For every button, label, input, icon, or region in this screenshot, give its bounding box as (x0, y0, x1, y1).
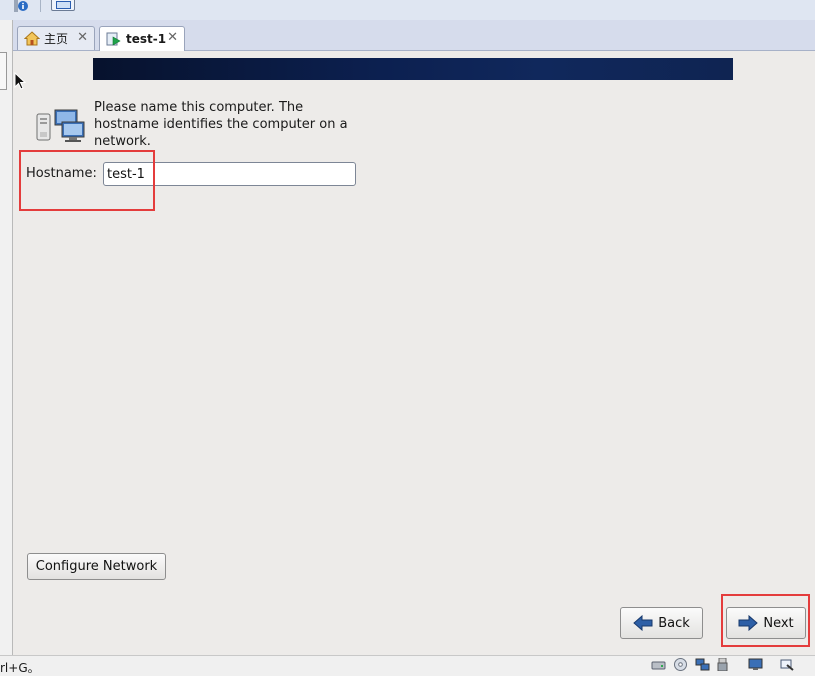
tab-home[interactable]: 主页 ✕ (17, 26, 95, 50)
status-bar (0, 655, 815, 676)
back-label: Back (658, 615, 690, 631)
close-icon[interactable]: ✕ (77, 30, 88, 45)
arrow-left-icon (633, 615, 653, 631)
configure-network-label: Configure Network (35, 559, 158, 574)
vm-toolbar (0, 0, 815, 21)
tab-test-1-label: test-1 (126, 32, 167, 46)
home-icon (24, 31, 40, 46)
tab-bar: 主页 ✕ test-1 ✕ (13, 20, 815, 51)
network-computers-icon (36, 109, 85, 142)
hostname-highlight-box (19, 150, 155, 211)
mouse-pointer-icon (14, 72, 26, 90)
tab-home-label: 主页 (44, 32, 69, 46)
fullscreen-icon[interactable] (51, 0, 75, 11)
hostname-description: Please name this computer. The hostname … (94, 100, 348, 149)
network-adapter-icon[interactable] (695, 658, 710, 671)
hard-disk-icon[interactable] (651, 658, 666, 671)
configure-network-button[interactable]: Configure Network (27, 553, 166, 580)
usb-icon[interactable] (715, 658, 730, 671)
toolbar-separator (40, 0, 41, 12)
vm-running-icon (106, 32, 121, 46)
status-text: rl+G。 (0, 661, 40, 675)
back-button[interactable]: Back (620, 607, 703, 639)
next-highlight-box (721, 594, 810, 647)
display-icon[interactable] (748, 658, 763, 671)
close-icon[interactable]: ✕ (167, 30, 178, 45)
installer-banner (93, 58, 733, 80)
settings-icon[interactable] (779, 658, 794, 671)
cd-drive-icon[interactable] (673, 658, 688, 671)
info-icon[interactable] (14, 0, 28, 12)
library-pane-edge (0, 20, 13, 655)
tab-test-1[interactable]: test-1 ✕ (99, 26, 185, 51)
